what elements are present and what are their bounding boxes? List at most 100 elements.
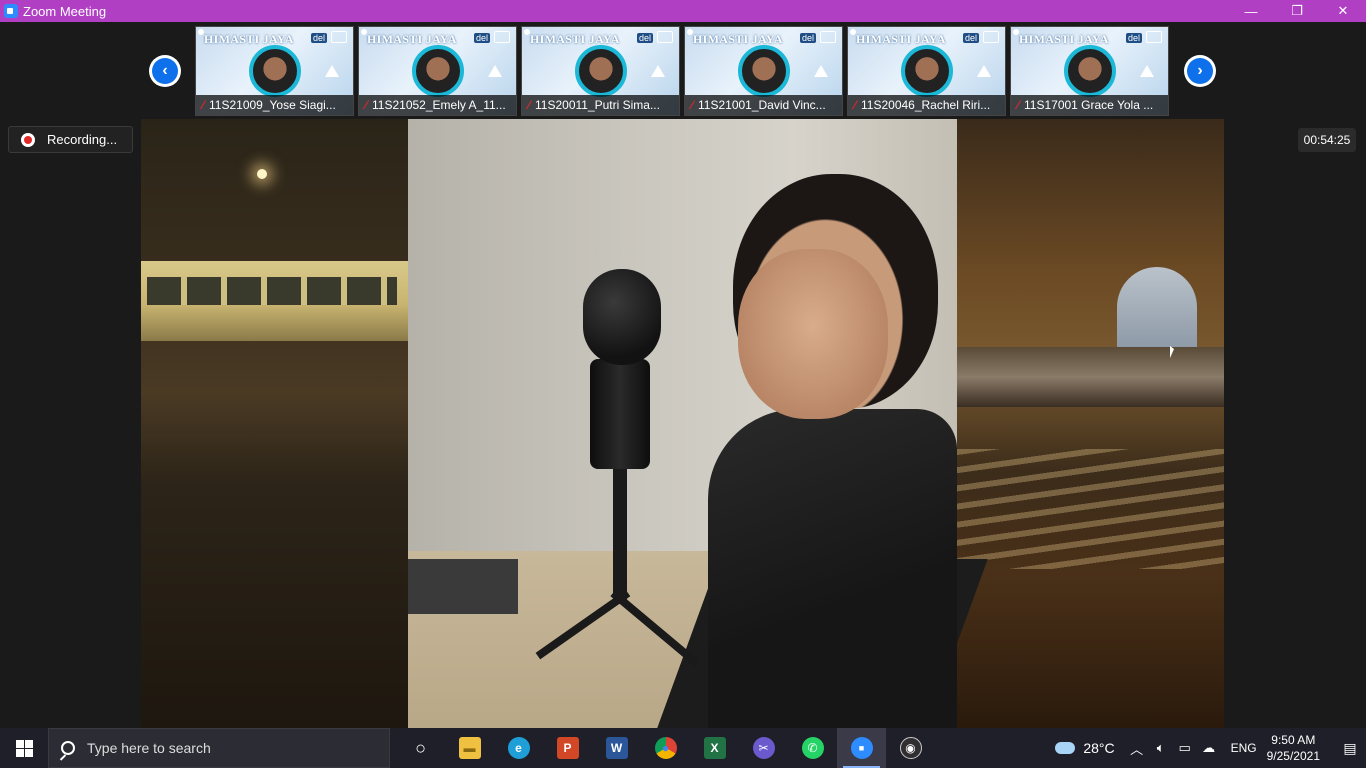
word-button[interactable]: W xyxy=(592,728,641,768)
recording-indicator[interactable]: Recording... xyxy=(8,126,133,153)
participant-tile[interactable]: HIMASTI JAYA del ⁄ 11S21009_Yose Siagi..… xyxy=(195,26,354,116)
parked-cars-image xyxy=(957,347,1224,407)
del-logo: del xyxy=(799,33,816,43)
whatsapp-icon: ✆ xyxy=(801,737,824,759)
muted-mic-icon: ⁄ xyxy=(202,98,205,112)
participant-namebar: ⁄ 11S21052_Emely A_11... xyxy=(359,95,516,115)
pinned-apps: ○ ▬ e P W ● X ✂ ✆ ■ ◉ xyxy=(396,728,935,768)
prev-participants-button[interactable]: ‹ xyxy=(149,55,181,87)
word-icon: W xyxy=(605,737,628,759)
participant-tile[interactable]: HIMASTI JAYA del ⁄ 11S21052_Emely A_11..… xyxy=(358,26,517,116)
participant-video xyxy=(411,45,464,97)
participant-namebar: ⁄ 11S21001_David Vinc... xyxy=(685,95,842,115)
share-icon xyxy=(331,31,347,43)
participant-video xyxy=(900,45,953,97)
share-icon xyxy=(983,31,999,43)
participant-video xyxy=(248,45,301,97)
restore-button[interactable]: ❐ xyxy=(1274,0,1320,22)
del-logo: del xyxy=(636,33,653,43)
snip-sketch-button[interactable]: ✂ xyxy=(739,728,788,768)
participant-video xyxy=(574,45,627,97)
windows-logo-icon xyxy=(15,739,33,757)
play-icon xyxy=(977,65,991,77)
window-title: Zoom Meeting xyxy=(23,3,107,19)
participant-namebar: ⁄ 11S20046_Rachel Riri... xyxy=(848,95,1005,115)
share-icon xyxy=(657,31,673,43)
play-icon xyxy=(814,65,828,77)
participant-namebar: ⁄ 11S20011_Putri Sima... xyxy=(522,95,679,115)
play-icon xyxy=(325,65,339,77)
chrome-button[interactable]: ● xyxy=(641,728,690,768)
muted-mic-icon: ⁄ xyxy=(365,98,368,112)
windows-taskbar: Type here to search ○ ▬ e P W ● X ✂ ✆ ■ … xyxy=(0,728,1366,768)
share-icon xyxy=(820,31,836,43)
chevron-up-icon[interactable]: ︿ xyxy=(1125,739,1149,758)
close-button[interactable]: ✕ xyxy=(1320,0,1366,22)
notification-center-icon[interactable]: ▤ xyxy=(1334,728,1366,768)
participant-name: 11S21009_Yose Siagi... xyxy=(209,98,336,112)
participant-name: 11S20011_Putri Sima... xyxy=(535,98,660,112)
participant-tile[interactable]: HIMASTI JAYA del ⁄ 11S17001 Grace Yola .… xyxy=(1010,26,1169,116)
next-participants-button[interactable]: › xyxy=(1184,55,1216,87)
volume-icon[interactable]: 🔈︎ xyxy=(1149,740,1173,756)
play-icon xyxy=(1140,65,1154,77)
taskbar-search[interactable]: Type here to search xyxy=(48,728,390,768)
share-icon xyxy=(494,31,510,43)
search-icon xyxy=(61,741,75,755)
participant-tile[interactable]: HIMASTI JAYA del ⁄ 11S20011_Putri Sima..… xyxy=(521,26,680,116)
participant-name: 11S21052_Emely A_11... xyxy=(372,98,506,112)
obs-button[interactable]: ◉ xyxy=(886,728,935,768)
participant-tile[interactable]: HIMASTI JAYA del ⁄ 11S21001_David Vinc..… xyxy=(684,26,843,116)
clock-time: 9:50 AM xyxy=(1271,733,1316,747)
powerpoint-icon: P xyxy=(556,737,579,759)
mic-head xyxy=(583,269,661,365)
participant-tile[interactable]: HIMASTI JAYA del ⁄ 11S20046_Rachel Riri.… xyxy=(847,26,1006,116)
start-button[interactable] xyxy=(0,728,48,768)
participant-name: 11S20046_Rachel Riri... xyxy=(861,98,991,112)
window-controls: — ❐ ✕ xyxy=(1228,0,1366,22)
del-logo: del xyxy=(1125,33,1142,43)
del-logo: del xyxy=(962,33,979,43)
excel-button[interactable]: X xyxy=(690,728,739,768)
onedrive-cloud-icon[interactable]: ☁ xyxy=(1197,740,1221,756)
streetlight xyxy=(257,169,267,179)
weather-widget[interactable]: 28°C xyxy=(1055,740,1115,756)
clock[interactable]: 9:50 AM 9/25/2021 xyxy=(1267,732,1320,764)
folder-icon: ▬ xyxy=(458,737,481,759)
participant-strip: HIMASTI JAYA del ⁄ 11S21009_Yose Siagi..… xyxy=(195,26,1169,116)
meeting-timer: 00:54:25 xyxy=(1298,128,1356,152)
muted-mic-icon: ⁄ xyxy=(528,98,531,112)
zoom-button[interactable]: ■ xyxy=(837,728,886,768)
chrome-icon: ● xyxy=(654,737,677,759)
whatsapp-button[interactable]: ✆ xyxy=(788,728,837,768)
arch-image xyxy=(1117,267,1197,357)
cloud-sun-icon xyxy=(1055,742,1076,754)
mic-stand xyxy=(613,464,627,604)
recording-label: Recording... xyxy=(47,132,118,147)
share-icon xyxy=(1146,31,1162,43)
participant-video xyxy=(1063,45,1116,97)
minimize-button[interactable]: — xyxy=(1228,0,1274,22)
participant-namebar: ⁄ 11S17001 Grace Yola ... xyxy=(1011,95,1168,115)
cortana-button[interactable]: ○ xyxy=(396,728,445,768)
obs-icon: ◉ xyxy=(899,737,922,759)
participant-name: 11S17001 Grace Yola ... xyxy=(1024,98,1154,112)
weather-temp: 28°C xyxy=(1083,740,1115,756)
language-indicator[interactable]: ENG xyxy=(1231,741,1257,755)
speaker-face xyxy=(738,249,888,419)
del-logo: del xyxy=(473,33,490,43)
virtual-background-right xyxy=(957,119,1224,728)
zoom-icon: ■ xyxy=(850,737,873,759)
muted-mic-icon: ⁄ xyxy=(691,98,694,112)
muted-mic-icon: ⁄ xyxy=(1017,98,1020,112)
active-speaker-video xyxy=(141,119,1224,728)
snip-sketch-icon: ✂ xyxy=(752,737,775,759)
edge-button[interactable]: e xyxy=(494,728,543,768)
tram-image xyxy=(141,261,408,341)
powerpoint-button[interactable]: P xyxy=(543,728,592,768)
laptop-image xyxy=(408,559,518,614)
chevron-left-icon: ‹ xyxy=(152,58,178,84)
file-explorer-button[interactable]: ▬ xyxy=(445,728,494,768)
battery-icon[interactable]: ▭ xyxy=(1173,740,1197,756)
del-logo: del xyxy=(310,33,327,43)
